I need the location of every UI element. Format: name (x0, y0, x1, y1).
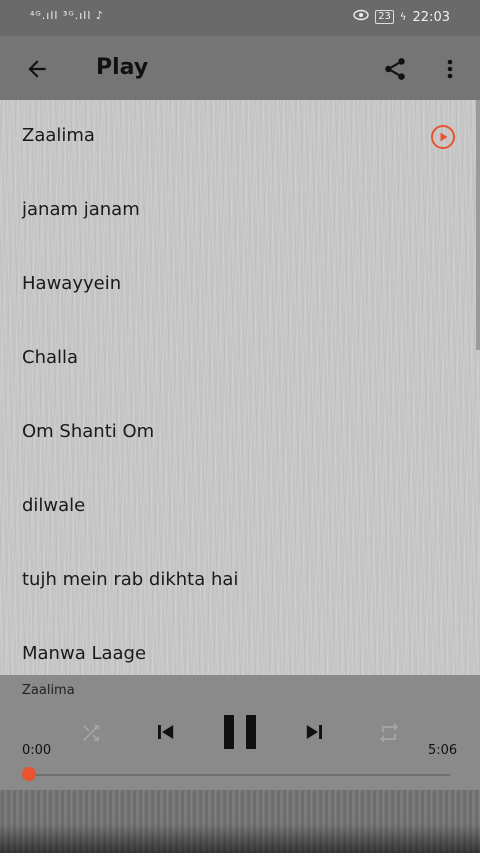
app-bar: Play (0, 36, 480, 100)
page-title: Play (96, 55, 149, 80)
song-title: Hawayyein (22, 273, 122, 294)
seek-thumb[interactable] (22, 767, 36, 781)
song-title: Om Shanti Om (22, 421, 155, 442)
total-time: 5:06 (428, 743, 458, 758)
list-item[interactable]: Om Shanti Om (0, 396, 480, 470)
signal-indicators: ⁴ᴳ.ıll ³ᴳ.ıll ♪ (30, 9, 104, 22)
clock: 22:03 (412, 9, 450, 25)
scrollbar[interactable] (476, 100, 480, 350)
back-button[interactable] (22, 54, 52, 84)
play-circle-icon[interactable] (430, 124, 456, 150)
charging-icon: ϟ (399, 11, 407, 23)
shuffle-button[interactable] (78, 720, 104, 746)
share-icon (385, 58, 405, 80)
battery-indicator: 23 (375, 10, 394, 24)
share-button[interactable] (380, 54, 410, 84)
repeat-button[interactable] (376, 720, 402, 746)
list-item[interactable]: dilwale (0, 470, 480, 544)
song-title: janam janam (22, 199, 140, 220)
now-playing-title: Zaalima (22, 683, 75, 698)
song-title: Manwa Laage (22, 643, 147, 664)
song-title: tujh mein rab dikhta hai (22, 569, 239, 590)
bottom-background (0, 790, 480, 853)
pause-button[interactable] (222, 713, 258, 751)
current-time: 0:00 (22, 743, 52, 758)
seek-bar[interactable] (30, 774, 450, 776)
eye-comfort-icon (353, 9, 369, 25)
song-title: Zaalima (22, 125, 95, 146)
skip-previous-icon (158, 725, 174, 739)
song-list[interactable]: Zaalima janam janam Hawayyein Challa Om … (0, 100, 480, 675)
more-options-button[interactable] (438, 54, 462, 84)
list-item[interactable]: Hawayyein (0, 248, 480, 322)
previous-button[interactable] (150, 717, 180, 747)
player-controls: Zaalima 0:00 5:06 (0, 675, 480, 790)
list-item[interactable]: Manwa Laage (0, 618, 480, 675)
next-button[interactable] (300, 717, 330, 747)
skip-next-icon (306, 725, 322, 739)
song-title: Challa (22, 347, 79, 368)
repeat-icon (380, 723, 398, 743)
status-bar: ⁴ᴳ.ıll ³ᴳ.ıll ♪ 23 ϟ 22:03 (0, 0, 480, 36)
status-right: 23 ϟ 22:03 (353, 9, 450, 25)
pause-icon (224, 715, 256, 749)
more-vert-icon (447, 59, 453, 79)
arrow-left-icon (28, 60, 46, 78)
list-item[interactable]: Zaalima (0, 100, 480, 174)
shuffle-icon (83, 725, 99, 741)
song-title: dilwale (22, 495, 86, 516)
list-item[interactable]: janam janam (0, 174, 480, 248)
list-item[interactable]: Challa (0, 322, 480, 396)
list-item[interactable]: tujh mein rab dikhta hai (0, 544, 480, 618)
